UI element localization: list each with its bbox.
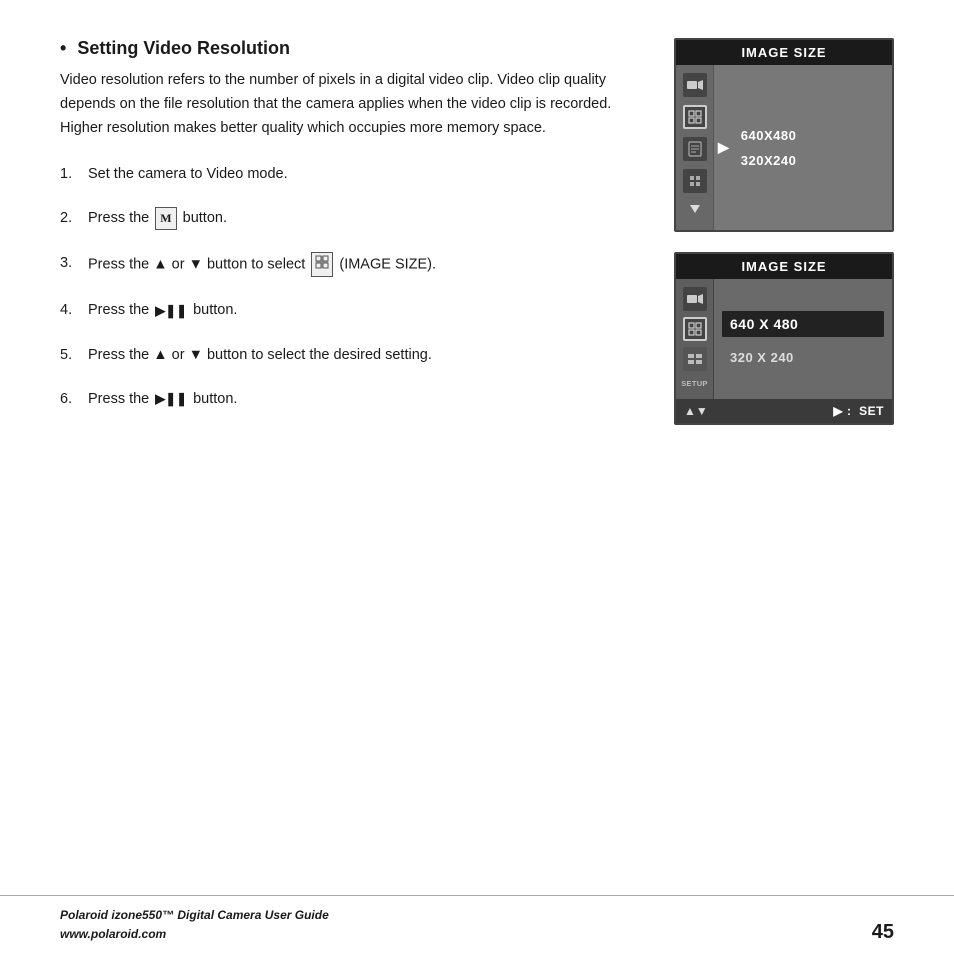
- film-icon: [683, 137, 707, 161]
- footer-brand: Polaroid izone550™ Digital Camera User G…: [60, 906, 329, 944]
- url-text: www.polaroid.com: [60, 925, 329, 944]
- intro-text: Video resolution refers to the number of…: [60, 72, 611, 136]
- set-label: ▶ : SET: [833, 404, 884, 418]
- step-2-num: 2.: [60, 207, 88, 229]
- resolution-320x240-p1: 320X240: [741, 151, 882, 170]
- step-6: 6. Press the ▶❚❚ button.: [60, 388, 620, 410]
- grid-cam-svg: [688, 110, 702, 124]
- step-3: 3. Press the ▲ or ▼ button to select: [60, 252, 620, 278]
- grid-icon: [311, 252, 333, 278]
- film-svg: [688, 141, 702, 157]
- panel-2-footer: ▲▼ ▶ : SET: [676, 399, 892, 423]
- video-svg-2: [687, 293, 703, 305]
- step-4-text: Press the ▶❚❚ button.: [88, 299, 620, 321]
- steps-list: 1. Set the camera to Video mode. 2. Pres…: [60, 163, 620, 433]
- panel-2-resolutions: 640 X 480 320 X 240: [714, 279, 892, 399]
- m-button-icon: M: [155, 207, 176, 230]
- video-svg: [687, 79, 703, 91]
- grid-cam-icon: [683, 105, 707, 129]
- brand-text: Polaroid izone550™ Digital Camera User G…: [60, 906, 329, 925]
- step-2: 2. Press the M button.: [60, 207, 620, 230]
- step-2-text: Press the M button.: [88, 207, 620, 230]
- small-squares-icon: [683, 347, 707, 371]
- play-pause-icon-1: ▶❚❚: [155, 301, 187, 321]
- intro-paragraph: Video resolution refers to the number of…: [60, 69, 620, 141]
- resolution-320x240-p2: 320 X 240: [722, 347, 884, 368]
- video-cam-icon-2: [683, 287, 707, 311]
- resolution-640x480-p2: 640 X 480: [722, 311, 884, 337]
- panel-2-body: SETUP 640 X 480 320 X 240: [676, 279, 892, 399]
- panel-1-arrow-down: [690, 201, 700, 222]
- step-5-text: Press the ▲ or ▼ button to select the de…: [88, 344, 620, 366]
- small-squares-svg: [688, 354, 702, 364]
- step-5-num: 5.: [60, 344, 88, 366]
- grid-cam-svg-2: [688, 322, 702, 336]
- resolution-640x480-p1: 640X480: [741, 126, 882, 145]
- panel-1-header: IMAGE SIZE: [676, 40, 892, 65]
- title-text: Setting Video Resolution: [77, 38, 290, 58]
- page-number: 45: [872, 921, 894, 944]
- panel-2-sidebar: SETUP: [676, 279, 714, 399]
- right-arrow-indicator: ▶: [714, 65, 731, 230]
- step-1: 1. Set the camera to Video mode.: [60, 163, 620, 185]
- video-cam-icon: [683, 73, 707, 97]
- up-down-arrows: ▲▼: [684, 404, 708, 418]
- page-footer: Polaroid izone550™ Digital Camera User G…: [0, 895, 954, 954]
- panels-area: IMAGE SIZE: [674, 38, 894, 425]
- grid-svg: [315, 255, 329, 269]
- step-3-num: 3.: [60, 252, 88, 274]
- play-pause-icon-2: ▶❚❚: [155, 389, 187, 409]
- step-5: 5. Press the ▲ or ▼ button to select the…: [60, 344, 620, 366]
- panel-1-body: ▶ 640X480 320X240: [676, 65, 892, 230]
- right-arrow: ▶: [718, 139, 729, 156]
- panel-1-sidebar: [676, 65, 714, 230]
- step-4: 4. Press the ▶❚❚ button.: [60, 299, 620, 321]
- step-4-num: 4.: [60, 299, 88, 321]
- step-1-text: Set the camera to Video mode.: [88, 163, 620, 185]
- step-6-num: 6.: [60, 388, 88, 410]
- grid-cam-icon-2: [683, 317, 707, 341]
- panel-1-resolutions: 640X480 320X240: [731, 65, 892, 230]
- active-icon-row: [676, 105, 713, 129]
- step-3-text: Press the ▲ or ▼ button to select (IMAGE…: [88, 252, 620, 278]
- small-grid-svg: [689, 175, 701, 187]
- bullet-point: •: [60, 38, 66, 59]
- camera-panel-2: IMAGE SIZE: [674, 252, 894, 425]
- step-6-text: Press the ▶❚❚ button.: [88, 388, 620, 410]
- triangle-down: [690, 205, 700, 213]
- camera-panel-1: IMAGE SIZE: [674, 38, 894, 232]
- step-1-num: 1.: [60, 163, 88, 185]
- small-grid-icon: [683, 169, 707, 193]
- setup-label: SETUP: [681, 379, 708, 388]
- panel-2-header: IMAGE SIZE: [676, 254, 892, 279]
